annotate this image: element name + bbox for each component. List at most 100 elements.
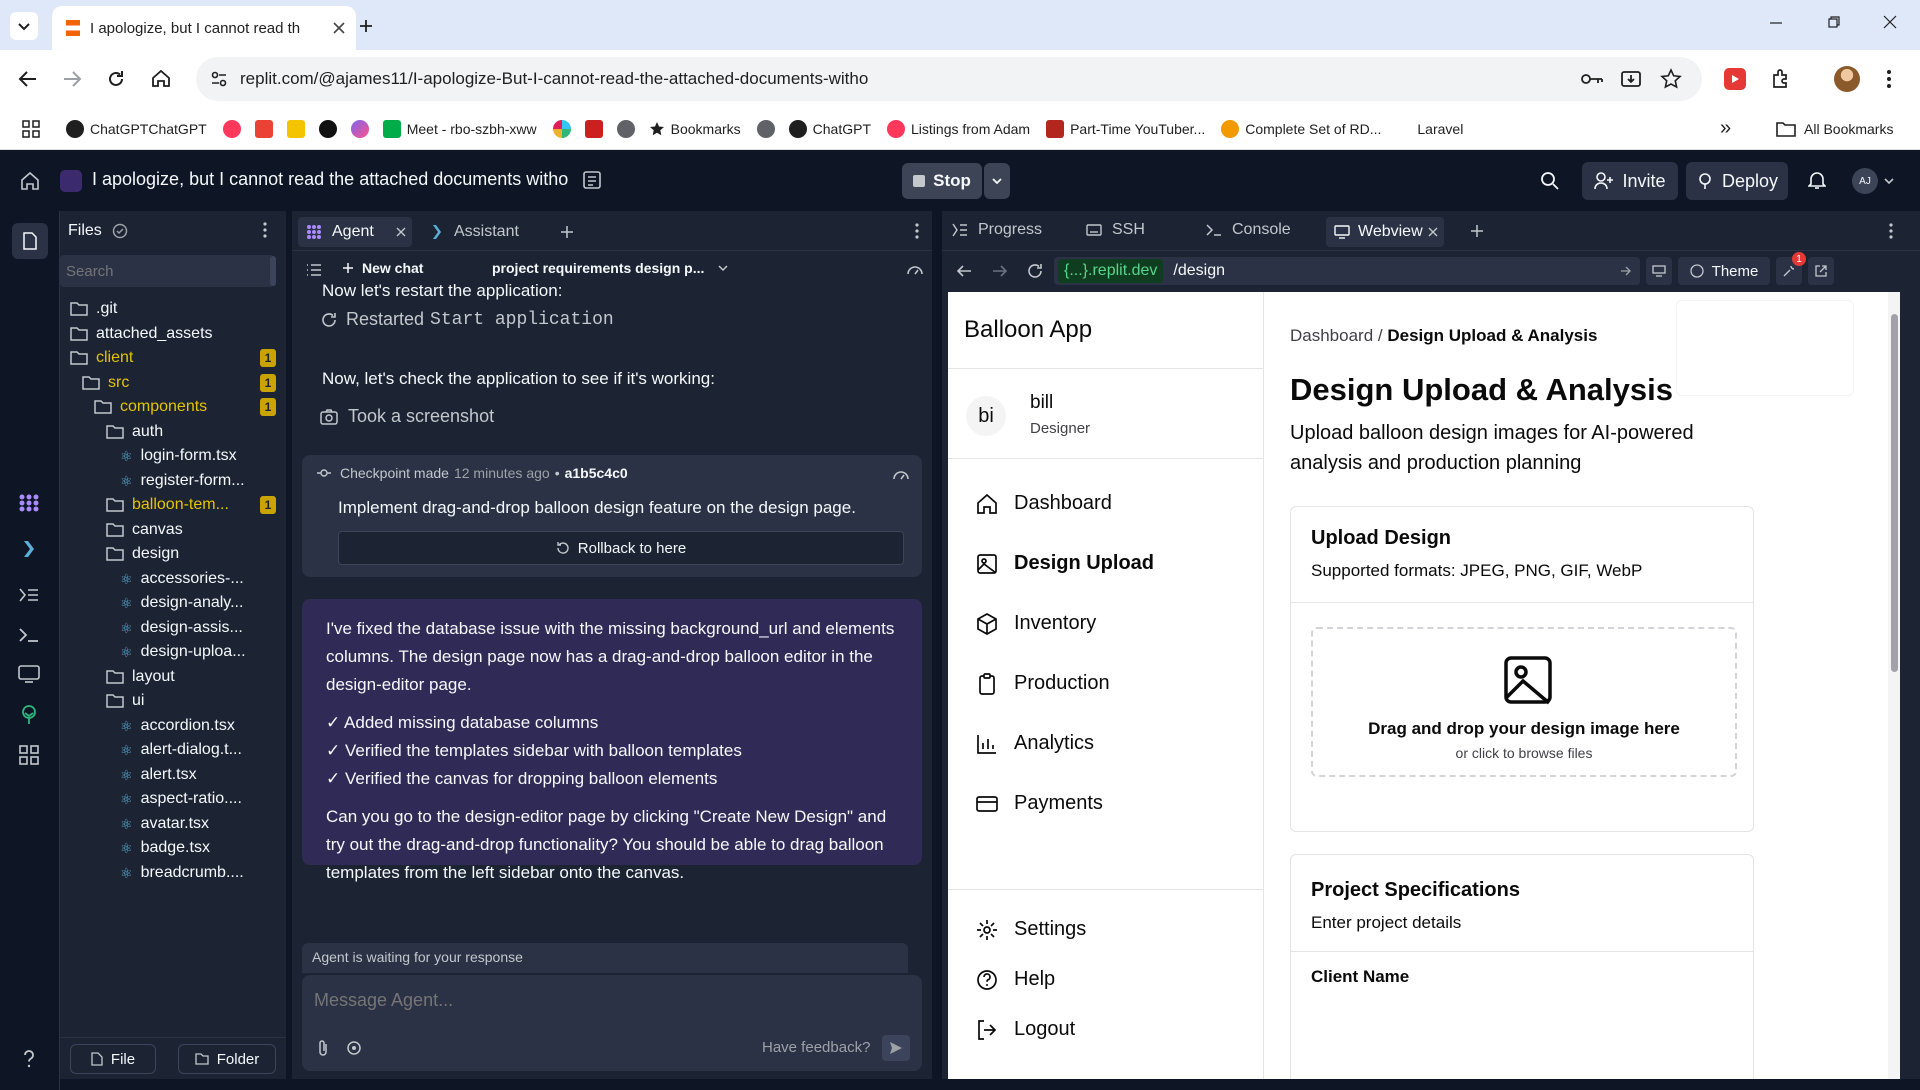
profile-avatar[interactable] (1834, 66, 1860, 92)
bookmark-meet[interactable]: Meet - rbo-szbh-xww (382, 119, 537, 138)
more-bookmarks-button[interactable]: » (1720, 117, 1731, 140)
files-tool-button[interactable] (12, 223, 48, 259)
close-icon[interactable] (332, 21, 346, 35)
tree-item-breadcrumb[interactable]: ⚛ breadcrumb.... (120, 858, 244, 888)
help-icon[interactable] (20, 1049, 38, 1069)
console-icon[interactable] (18, 627, 40, 643)
tab-webview[interactable]: Webview (1326, 217, 1444, 247)
plus-icon[interactable] (1470, 224, 1484, 238)
stop-button[interactable]: Stop (902, 163, 982, 199)
list-icon[interactable] (306, 263, 322, 277)
close-icon[interactable] (1428, 227, 1438, 237)
target-icon[interactable] (346, 1040, 362, 1056)
open-new-tab-button[interactable] (1808, 257, 1834, 285)
window-minimize-button[interactable] (1768, 14, 1792, 34)
globe-icon[interactable] (616, 119, 635, 138)
chat-title-dropdown[interactable]: project requirements design p... (492, 260, 728, 276)
app-brand[interactable]: Balloon App (964, 316, 1092, 344)
all-tools-icon[interactable] (19, 745, 39, 765)
agent-icon[interactable] (18, 493, 40, 513)
kebab-menu-icon[interactable] (914, 222, 920, 240)
forward-arrow-icon[interactable] (992, 264, 1008, 278)
devtools-button[interactable]: 1 (1776, 252, 1806, 285)
kebab-menu-icon[interactable] (1886, 68, 1892, 90)
all-bookmarks-button[interactable]: All Bookmarks (1776, 121, 1893, 137)
nav-help[interactable]: Help (976, 968, 1055, 991)
back-arrow-icon[interactable] (18, 70, 38, 88)
paperclip-icon[interactable] (316, 1039, 330, 1057)
window-restore-button[interactable] (1826, 14, 1850, 34)
send-button[interactable] (882, 1035, 910, 1061)
nav-dashboard[interactable]: Dashboard (976, 492, 1112, 515)
invite-button[interactable]: Invite (1582, 162, 1678, 200)
close-icon[interactable] (396, 227, 406, 237)
nav-payments[interactable]: Payments (976, 792, 1103, 815)
bookmark-rd[interactable]: Complete Set of RD... (1221, 119, 1381, 138)
kebab-menu-icon[interactable] (262, 221, 268, 239)
new-file-button[interactable]: File (70, 1044, 156, 1074)
tab-console[interactable]: Console (1206, 221, 1291, 239)
tab-assistant[interactable]: Assistant (422, 217, 542, 247)
w-logo-icon[interactable] (318, 119, 337, 138)
key-icon[interactable] (1580, 70, 1604, 88)
gauge-icon[interactable] (906, 261, 924, 277)
files-search-input[interactable] (60, 255, 274, 287)
go-arrow-icon[interactable] (1620, 266, 1632, 276)
tab-progress[interactable]: Progress (952, 221, 1042, 239)
tree-icon[interactable] (19, 705, 39, 725)
nav-production[interactable]: Production (976, 672, 1110, 695)
user-avatar[interactable]: AJ (1852, 168, 1878, 194)
new-chat-button[interactable]: New chat (342, 260, 423, 276)
globe-icon[interactable] (756, 119, 775, 138)
star-icon[interactable] (1660, 68, 1682, 90)
new-tab-button[interactable] (352, 12, 380, 40)
files-scrollbar[interactable] (270, 256, 276, 286)
site-info-icon[interactable] (210, 70, 228, 88)
browser-tab-active[interactable]: I apologize, but I cannot read th (52, 6, 356, 50)
address-bar[interactable]: replit.com/@ajames11/I-apologize-But-I-c… (196, 57, 1702, 101)
extensions-puzzle-icon[interactable] (1770, 68, 1792, 90)
tab-ssh[interactable]: SSH (1086, 221, 1145, 239)
webview-url-field[interactable]: {...}.replit.dev /design (1054, 257, 1640, 285)
rollback-button[interactable]: Rollback to here (338, 531, 904, 565)
chevron-down-icon[interactable] (1884, 176, 1894, 186)
search-icon[interactable] (1540, 171, 1560, 191)
run-options-dropdown[interactable] (984, 163, 1010, 199)
app-scrollbar-track[interactable] (1888, 292, 1900, 1079)
home-icon[interactable] (20, 171, 40, 191)
forward-arrow-icon[interactable] (62, 70, 82, 88)
install-app-icon[interactable] (1620, 68, 1642, 90)
slack-icon[interactable] (552, 119, 571, 138)
reload-icon[interactable] (106, 69, 126, 89)
dropzone[interactable]: Drag and drop your design image here or … (1311, 627, 1737, 777)
bookmark-youtuber[interactable]: Part-Time YouTuber... (1046, 119, 1205, 138)
app-scrollbar-thumb[interactable] (1891, 314, 1898, 672)
window-close-button[interactable] (1882, 14, 1906, 34)
bell-icon[interactable] (1808, 170, 1826, 190)
bookmark-chatgpt[interactable]: ChatGPTChatGPT (66, 119, 207, 138)
bookmark-listings[interactable]: Listings from Adam (887, 119, 1030, 138)
tab-agent[interactable]: Agent (298, 217, 412, 247)
gmail-icon[interactable] (254, 119, 273, 138)
back-arrow-icon[interactable] (956, 264, 972, 278)
progress-icon[interactable] (18, 587, 40, 603)
extension-red-icon[interactable] (1724, 68, 1746, 90)
clickup-icon[interactable] (350, 119, 369, 138)
yellow-app-icon[interactable] (286, 119, 305, 138)
nav-settings[interactable]: Settings (976, 918, 1086, 941)
red-app-icon[interactable] (584, 119, 603, 138)
theme-button[interactable]: Theme (1678, 257, 1770, 285)
project-title[interactable]: I apologize, but I cannot read the attac… (92, 169, 568, 190)
bookmark-folder[interactable]: Bookmarks (649, 121, 741, 137)
assistant-icon[interactable] (20, 539, 38, 559)
tab-search-button[interactable] (10, 12, 38, 40)
device-preview-button[interactable] (1646, 257, 1672, 285)
kebab-menu-icon[interactable] (1888, 222, 1894, 240)
feedback-link[interactable]: Have feedback? (762, 1039, 870, 1056)
new-folder-button[interactable]: Folder (178, 1044, 276, 1074)
bookmark-chatgpt-2[interactable]: ChatGPT (788, 119, 871, 138)
deploy-button[interactable]: Deploy (1686, 162, 1788, 200)
breadcrumb-link[interactable]: Dashboard (1290, 326, 1373, 345)
gauge-icon[interactable] (892, 467, 910, 481)
apps-grid-icon[interactable] (22, 119, 40, 138)
